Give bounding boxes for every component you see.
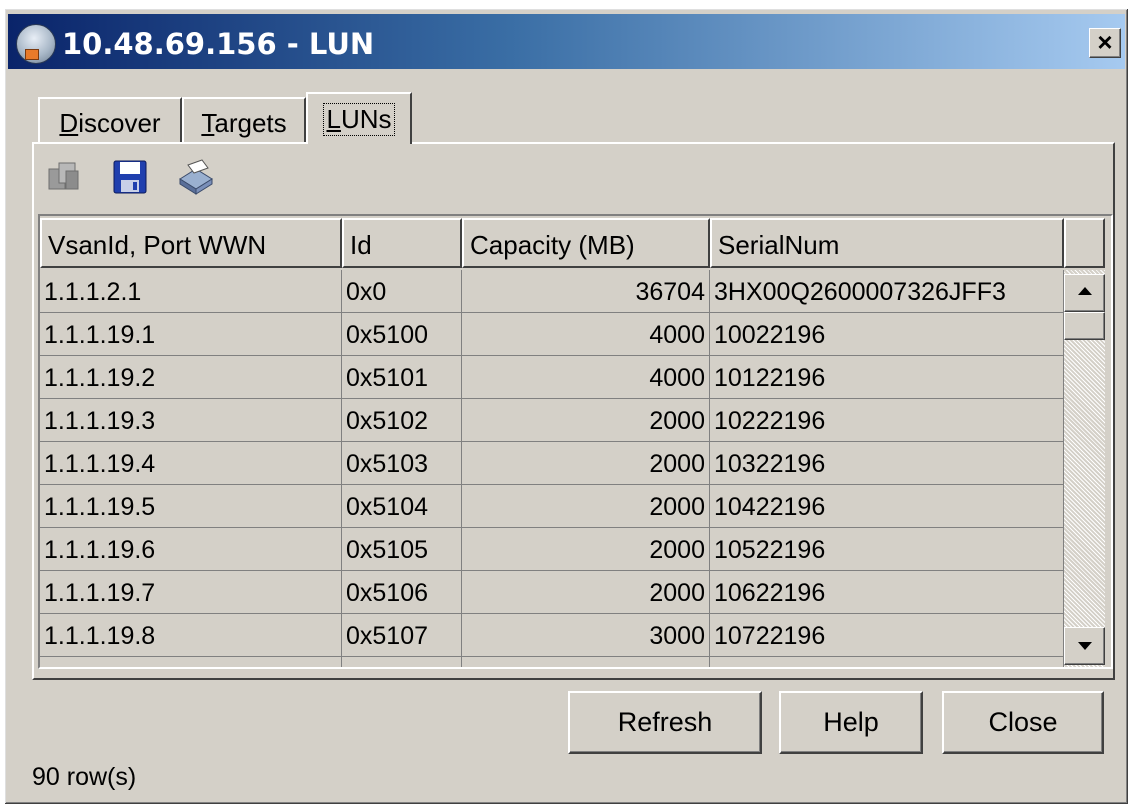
cell-capacity: 36704 — [462, 270, 710, 313]
close-button[interactable]: Close — [942, 691, 1104, 754]
print-icon — [179, 159, 213, 195]
column-header-id[interactable]: Id — [342, 218, 462, 268]
table-row[interactable]: 1.1.1.19.5 0x5104 2000 10422196 — [40, 485, 1064, 528]
arrow-up-icon — [1078, 287, 1092, 295]
cell-capacity: 2000 — [462, 485, 710, 528]
print-button[interactable] — [176, 159, 213, 195]
cell-serialnum: 10222196 — [710, 399, 1064, 442]
row-count-status: 90 row(s) — [32, 763, 137, 791]
cell-id — [342, 657, 462, 667]
copy-icon — [48, 162, 79, 190]
table-row[interactable]: 1.1.1.19.3 0x5102 2000 10222196 — [40, 399, 1064, 442]
tab-luns-label: LUNs — [323, 103, 395, 136]
cell-vsanid: 1.1.1.19.3 — [40, 399, 342, 442]
table-row[interactable]: 1.1.1.19.7 0x5106 2000 10622196 — [40, 571, 1064, 614]
close-icon: × — [1097, 27, 1113, 57]
cell-capacity — [462, 657, 710, 667]
cell-capacity: 4000 — [462, 313, 710, 356]
arrow-down-icon — [1078, 642, 1092, 650]
cell-vsanid: 1.1.1.2.1 — [40, 270, 342, 313]
cell-capacity: 2000 — [462, 571, 710, 614]
cell-serialnum: 3HX00Q2600007326JFF3 — [710, 270, 1064, 313]
refresh-button[interactable]: Refresh — [568, 691, 762, 754]
save-icon — [113, 160, 147, 194]
cell-vsanid: 1.1.1.19.4 — [40, 442, 342, 485]
cell-vsanid: 1.1.1.19.1 — [40, 313, 342, 356]
cell-serialnum: 10522196 — [710, 528, 1064, 571]
help-button[interactable]: Help — [779, 691, 923, 754]
table-row[interactable] — [40, 657, 1064, 667]
tab-discover[interactable]: Discover — [38, 97, 182, 142]
table-row[interactable]: 1.1.1.19.2 0x5101 4000 10122196 — [40, 356, 1064, 399]
cell-id: 0x5104 — [342, 485, 462, 528]
window-title: 10.48.69.156 - LUN — [62, 27, 375, 61]
cell-capacity: 2000 — [462, 528, 710, 571]
cell-capacity: 3000 — [462, 614, 710, 657]
cell-capacity: 2000 — [462, 399, 710, 442]
table-row[interactable]: 1.1.1.19.1 0x5100 4000 10022196 — [40, 313, 1064, 356]
cell-id: 0x5101 — [342, 356, 462, 399]
cell-vsanid: 1.1.1.19.8 — [40, 614, 342, 657]
cell-vsanid: 1.1.1.19.6 — [40, 528, 342, 571]
cell-vsanid: 1.1.1.19.2 — [40, 356, 342, 399]
tab-discover-label: Discover — [59, 108, 161, 138]
cell-serialnum: 10622196 — [710, 571, 1064, 614]
column-header-vsanid[interactable]: VsanId, Port WWN — [40, 218, 342, 268]
column-header-capacity[interactable]: Capacity (MB) — [462, 218, 710, 268]
tab-luns[interactable]: LUNs — [306, 92, 412, 144]
cell-serialnum: 10722196 — [710, 614, 1064, 657]
cell-vsanid: 1.1.1.19.5 — [40, 485, 342, 528]
cell-capacity: 2000 — [462, 442, 710, 485]
cell-id: 0x5106 — [342, 571, 462, 614]
cell-id: 0x5100 — [342, 313, 462, 356]
cell-id: 0x5107 — [342, 614, 462, 657]
tab-targets-label: Targets — [201, 108, 287, 138]
scrollbar-thumb[interactable] — [1064, 312, 1105, 340]
cell-capacity: 4000 — [462, 356, 710, 399]
table-row[interactable]: 1.1.1.19.8 0x5107 3000 10722196 — [40, 614, 1064, 657]
cell-vsanid: 1.1.1.19.7 — [40, 571, 342, 614]
table-body: 1.1.1.2.1 0x0 36704 3HX00Q2600007326JFF3… — [40, 270, 1064, 667]
app-icon — [16, 24, 56, 64]
table-row[interactable]: 1.1.1.19.6 0x5105 2000 10522196 — [40, 528, 1064, 571]
cell-id: 0x5103 — [342, 442, 462, 485]
column-header-corner — [1064, 218, 1105, 268]
cell-serialnum: 10022196 — [710, 313, 1064, 356]
table-row[interactable]: 1.1.1.2.1 0x0 36704 3HX00Q2600007326JFF3 — [40, 270, 1064, 313]
table-row[interactable]: 1.1.1.19.4 0x5103 2000 10322196 — [40, 442, 1064, 485]
cell-serialnum — [710, 657, 1064, 667]
tab-targets[interactable]: Targets — [182, 97, 306, 142]
scroll-up-button[interactable] — [1064, 274, 1105, 312]
scroll-down-button[interactable] — [1064, 627, 1105, 665]
cell-serialnum: 10422196 — [710, 485, 1064, 528]
column-header-serialnum[interactable]: SerialNum — [710, 218, 1064, 268]
cell-id: 0x5105 — [342, 528, 462, 571]
copy-button[interactable] — [46, 159, 82, 195]
cell-serialnum: 10122196 — [710, 356, 1064, 399]
vertical-scrollbar[interactable] — [1064, 270, 1105, 667]
cell-id: 0x0 — [342, 270, 462, 313]
cell-id: 0x5102 — [342, 399, 462, 442]
save-button[interactable] — [112, 159, 148, 195]
cell-serialnum: 10322196 — [710, 442, 1064, 485]
cell-vsanid — [40, 657, 342, 667]
close-window-button[interactable]: × — [1089, 28, 1121, 58]
